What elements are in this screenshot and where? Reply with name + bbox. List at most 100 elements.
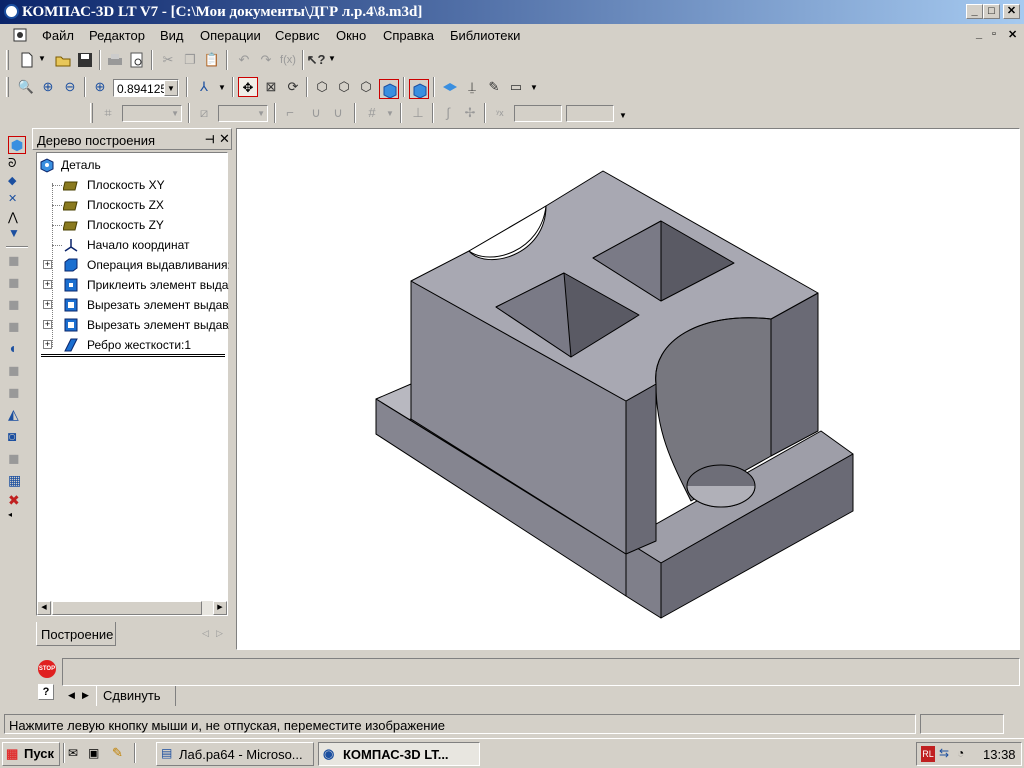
measure-tools-icon[interactable]: ✕ (8, 192, 26, 210)
more-tools-arrow-icon[interactable]: ◂ (8, 510, 26, 528)
tree-item-plane-xy[interactable]: Плоскость XY (37, 175, 229, 195)
layer-dropdown-arrow-icon[interactable]: ▼ (171, 109, 179, 118)
expand-icon[interactable]: + (43, 340, 52, 349)
pin-icon[interactable]: ⊣ (205, 133, 215, 146)
shaded-view-icon[interactable] (379, 79, 399, 99)
grid-dropdown-arrow-icon[interactable]: ▼ (386, 109, 394, 118)
undo-icon[interactable]: ↶ (234, 50, 254, 70)
perspective-icon[interactable] (409, 79, 429, 99)
expand-icon[interactable]: + (43, 260, 52, 269)
quicklaunch-desktop-icon[interactable]: ▣ (88, 746, 99, 760)
coord-y-field[interactable] (566, 105, 614, 122)
coord-x-field[interactable] (514, 105, 562, 122)
round-icon[interactable]: ∫ (438, 103, 458, 123)
wireframe-icon[interactable]: ⬡ (312, 77, 332, 97)
tree-item-plane-zy[interactable]: Плоскость ZY (37, 215, 229, 235)
style-combo[interactable]: ▼ (218, 105, 268, 122)
mdi-restore-button[interactable]: ▫ (992, 28, 996, 40)
measure-icon[interactable]: ⍊ (462, 77, 482, 97)
grid-icon[interactable]: # (362, 103, 382, 123)
variables-icon[interactable]: f(x) (278, 50, 298, 70)
rotate-op-icon[interactable]: ◼ (8, 274, 26, 292)
help-dropdown-arrow-icon[interactable]: ▼ (328, 54, 336, 63)
coords-dropdown-arrow-icon[interactable]: ▼ (619, 111, 627, 120)
tree-close-button[interactable]: ✕ (219, 131, 230, 147)
layer-combo[interactable]: ▼ (122, 105, 182, 122)
mdi-close-button[interactable]: ✕ (1008, 28, 1017, 41)
local-cs-icon[interactable]: ⌐ (280, 103, 300, 123)
zoom-in-icon[interactable]: ⊕ (38, 77, 58, 97)
tree-item-cut-2[interactable]: + Вырезать элемент выдавли (37, 315, 229, 335)
tab-next-icon[interactable]: ▷ (216, 628, 223, 639)
orientation-icon[interactable]: ⅄ (194, 77, 214, 97)
kompas-app-icon[interactable] (4, 4, 19, 19)
menu-libraries[interactable]: Библиотеки (450, 28, 520, 43)
edit-part-icon[interactable] (8, 136, 26, 154)
expand-icon[interactable]: + (43, 300, 52, 309)
tree-item-extrude[interactable]: + Операция выдавливания:1 (37, 255, 229, 275)
tree-item-origin[interactable]: Начало координат (37, 235, 229, 255)
zoom-out-icon[interactable]: ⊖ (60, 77, 80, 97)
menu-help[interactable]: Справка (383, 28, 434, 43)
settings-panel-icon[interactable]: ▭ (506, 77, 526, 97)
quicklaunch-ie-icon[interactable]: ✉ (68, 746, 78, 760)
menu-window[interactable]: Окно (336, 28, 366, 43)
properties-icon[interactable]: ✎ (484, 77, 504, 97)
language-indicator[interactable]: RL (921, 746, 935, 762)
cut-icon[interactable]: ✂ (158, 50, 178, 70)
mdi-minimize-button[interactable]: _ (976, 28, 982, 40)
minimize-button[interactable]: _ (966, 4, 983, 19)
start-button[interactable]: ▦ Пуск (2, 742, 60, 766)
menu-operations[interactable]: Операции (200, 28, 261, 43)
mirror-icon[interactable]: ✖ (8, 492, 26, 510)
zoom-scale-icon[interactable]: ⊕ (90, 77, 110, 97)
rotate-icon[interactable]: ⟳ (283, 77, 303, 97)
redo-icon[interactable]: ↷ (256, 50, 276, 70)
new-dropdown-arrow-icon[interactable]: ▼ (38, 54, 46, 63)
maximize-button[interactable]: □ (983, 4, 1000, 19)
tab-prev-icon[interactable]: ◁ (202, 628, 209, 639)
filter-icon[interactable]: ▼ (8, 226, 26, 244)
tree-panel-icon[interactable] (440, 79, 460, 99)
extrude-icon[interactable]: ◼ (8, 252, 26, 270)
style-icon[interactable]: ⧄ (194, 103, 214, 123)
tree-view[interactable]: Деталь Плоскость XY Плоскость ZX Плоскос… (36, 152, 229, 616)
paste-icon[interactable]: 📋 (202, 50, 222, 70)
expand-icon[interactable]: + (43, 280, 52, 289)
tree-item-boss[interactable]: + Приклеить элемент выдавл (37, 275, 229, 295)
help-button[interactable]: ? (38, 684, 54, 700)
thin-hidden-lines-icon[interactable]: ⬡ (356, 77, 376, 97)
snap-icon[interactable]: ⌗ (98, 103, 118, 123)
new-file-icon[interactable] (18, 51, 36, 69)
quicklaunch-app-icon[interactable]: ✎ (112, 745, 123, 761)
coordinates-icon[interactable]: ʸx (490, 103, 510, 123)
zoom-dropdown-arrow-icon[interactable]: ▼ (164, 80, 178, 96)
tree-item-rib[interactable]: + Ребро жесткости:1 (37, 335, 229, 355)
pan-icon[interactable]: ✥ (238, 77, 258, 97)
context-help-icon[interactable]: ↖? (306, 50, 326, 70)
section-icon[interactable]: ◼ (8, 450, 26, 468)
parameters-field[interactable] (62, 658, 1020, 686)
scroll-right-icon[interactable]: ▶ (213, 601, 227, 615)
aux-geometry-icon[interactable]: ◆ (8, 174, 26, 192)
zoom-window-icon[interactable]: 🔍 (16, 77, 36, 97)
menu-editor[interactable]: Редактор (89, 28, 145, 43)
tree-item-plane-zx[interactable]: Плоскость ZX (37, 195, 229, 215)
tree-item-cut-1[interactable]: + Вырезать элемент выдавли (37, 295, 229, 315)
task-kompas[interactable]: ◉ КОМПАС-3D LT... (318, 742, 480, 766)
tab-scroll-left-icon[interactable]: ◀ (68, 690, 75, 701)
kinematic-op-icon[interactable]: ◼ (8, 296, 26, 314)
menu-file[interactable]: Файл (42, 28, 74, 43)
magnet-settings-icon[interactable]: ∪ (328, 103, 348, 123)
menu-view[interactable]: Вид (160, 28, 184, 43)
model-viewport[interactable] (236, 128, 1020, 650)
orientation-dropdown-arrow-icon[interactable]: ▼ (218, 83, 226, 92)
zoom-all-icon[interactable]: ⊠ (261, 77, 281, 97)
copy-icon[interactable]: ❐ (180, 50, 200, 70)
stop-button[interactable]: STOP (38, 660, 56, 678)
clock[interactable]: 13:38 (983, 747, 1016, 762)
tab-shift[interactable]: Сдвинуть (96, 686, 176, 706)
settings-dropdown-arrow-icon[interactable]: ▼ (530, 83, 538, 92)
chamfer-icon[interactable]: ◼ (8, 362, 26, 380)
sketch-curves-icon[interactable]: ᘐ (8, 156, 26, 174)
